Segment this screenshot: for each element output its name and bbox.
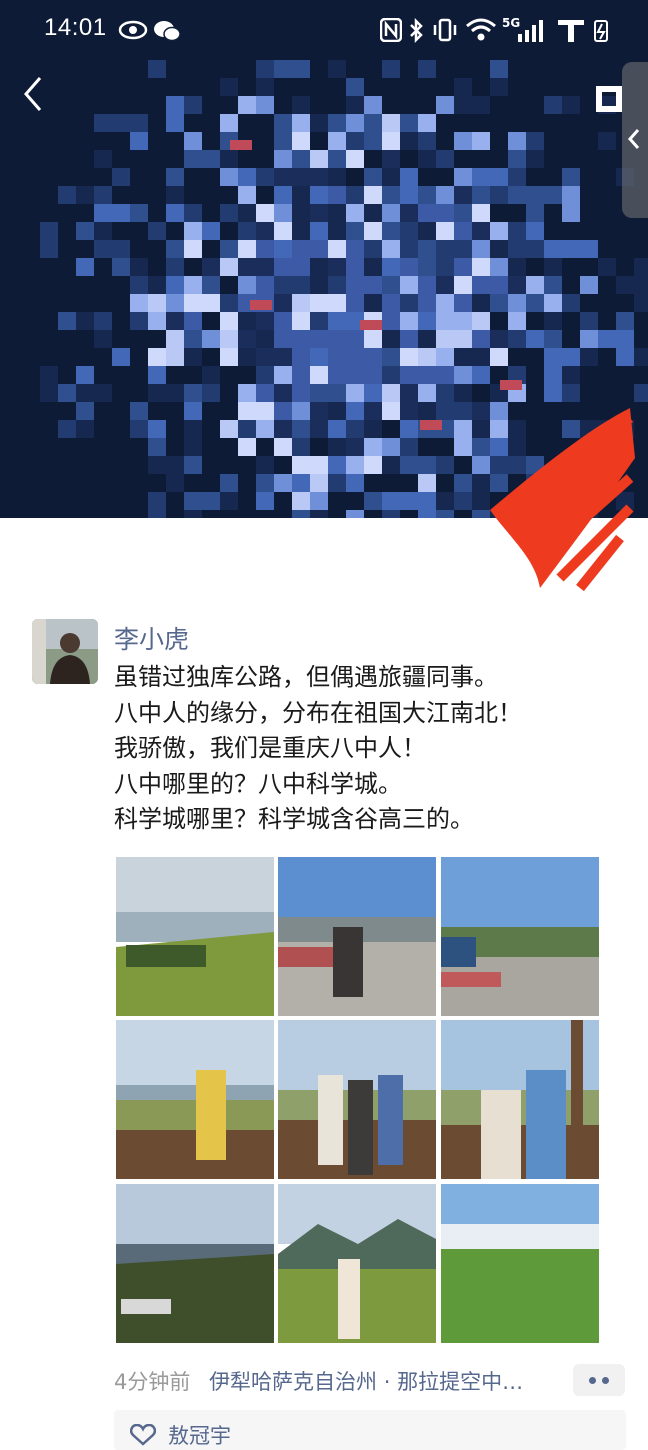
nfc-icon bbox=[380, 18, 402, 42]
post-line: 科学城哪里？科学城含谷高三的。 bbox=[114, 805, 474, 833]
liker-name[interactable]: 敖冠宇 bbox=[168, 1420, 231, 1450]
photo-thumb-7[interactable] bbox=[116, 1184, 274, 1343]
post-line: 八中人的缘分，分布在祖国大江南北！ bbox=[114, 698, 522, 727]
photo-thumb-5[interactable] bbox=[278, 1020, 436, 1179]
more-actions-button[interactable] bbox=[573, 1364, 625, 1396]
battery-icon bbox=[594, 20, 608, 42]
change-cover-icon[interactable] bbox=[596, 86, 622, 112]
redaction-scribble bbox=[490, 408, 635, 592]
photo-thumb-9[interactable] bbox=[441, 1184, 599, 1343]
eye-icon bbox=[118, 20, 148, 40]
post-meta: 4分钟前 伊犁哈萨克自治州 · 那拉提空中… bbox=[114, 1366, 523, 1396]
vibrate-icon bbox=[433, 18, 457, 42]
status-time: 14:01 bbox=[44, 14, 107, 41]
post-text: 虽错过独库公路，但偶遇旅疆同事。 八中人的缘分，分布在祖国大江南北！ 我骄傲，我… bbox=[114, 660, 614, 838]
heart-icon bbox=[130, 1424, 156, 1446]
signal-icon bbox=[518, 20, 543, 42]
dot-icon bbox=[589, 1377, 596, 1384]
photo-thumb-8[interactable] bbox=[278, 1184, 436, 1343]
wifi-icon bbox=[466, 18, 496, 41]
back-icon[interactable] bbox=[14, 72, 54, 116]
avatar[interactable] bbox=[32, 619, 98, 684]
signal-2-icon bbox=[558, 20, 584, 42]
bluetooth-icon bbox=[410, 18, 423, 44]
chevron-left-icon bbox=[627, 129, 640, 149]
post-line: 我骄傲，我们是重庆八中人！ bbox=[114, 734, 426, 762]
photo-thumb-1[interactable] bbox=[116, 857, 274, 1016]
photo-thumb-2[interactable] bbox=[278, 857, 436, 1016]
status-bar: 14:01 5G bbox=[0, 0, 648, 62]
author-name[interactable]: 李小虎 bbox=[114, 620, 189, 656]
wechat-icon bbox=[154, 21, 181, 42]
post-line: 八中哪里的？八中科学城。 bbox=[114, 769, 402, 798]
post-time: 4分钟前 bbox=[114, 1370, 191, 1394]
post-line: 虽错过独库公路，但偶遇旅疆同事。 bbox=[114, 663, 498, 691]
photo-thumb-3[interactable] bbox=[441, 857, 599, 1016]
photo-thumb-4[interactable] bbox=[116, 1020, 274, 1179]
likes-bar: 敖冠宇 bbox=[114, 1410, 626, 1450]
photo-thumb-6[interactable] bbox=[441, 1020, 599, 1179]
post-location[interactable]: 伊犁哈萨克自治州 · 那拉提空中… bbox=[209, 1370, 523, 1394]
dot-icon bbox=[602, 1377, 609, 1384]
side-panel-handle[interactable] bbox=[622, 62, 648, 218]
